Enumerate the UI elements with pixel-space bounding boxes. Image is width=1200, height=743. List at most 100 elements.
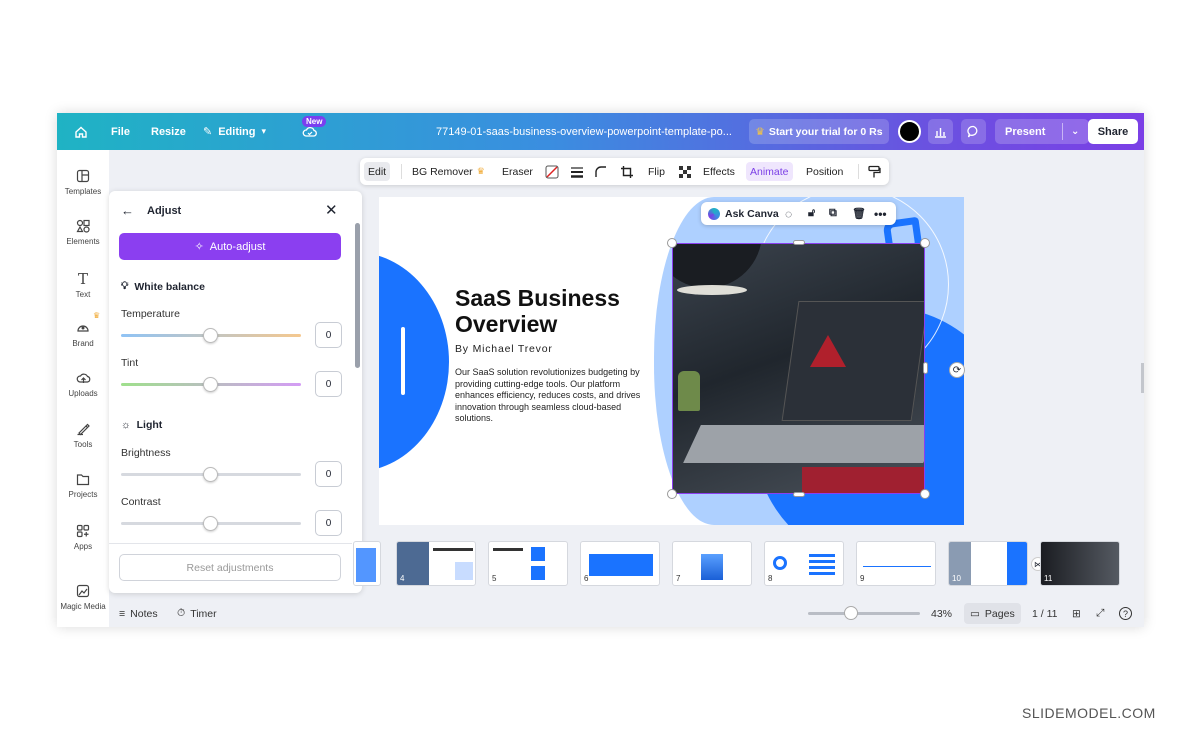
auto-adjust-label: Auto-adjust	[209, 240, 266, 253]
eraser-button[interactable]: Eraser	[498, 162, 537, 181]
resize-handle[interactable]	[667, 489, 677, 499]
paint-format-icon[interactable]	[863, 162, 885, 181]
border-style-icon[interactable]	[566, 162, 588, 181]
close-icon[interactable]: ✕	[325, 201, 338, 219]
contrast-slider-thumb[interactable]	[203, 516, 218, 531]
thumb-graphic	[589, 554, 653, 576]
page-number: 4	[400, 574, 405, 583]
contrast-value-field[interactable]: 0	[315, 510, 342, 536]
lock-icon[interactable]: 🔓︎	[808, 207, 815, 220]
edit-button[interactable]: Edit	[364, 162, 391, 181]
notes-label: Notes	[130, 607, 158, 620]
present-button[interactable]: Present ⌄	[995, 119, 1089, 144]
insights-icon[interactable]	[928, 119, 953, 144]
rail-item-magic-media[interactable]: Magic Media	[57, 584, 109, 611]
resize-handle[interactable]	[793, 240, 805, 245]
position-button[interactable]: Position	[802, 162, 847, 181]
ask-canva-button[interactable]: Ask Canva	[725, 208, 779, 220]
resize-handle[interactable]	[920, 489, 930, 499]
watermark: SLIDEMODEL.COM	[1022, 705, 1156, 721]
animate-button[interactable]: Animate	[746, 162, 793, 181]
back-arrow-icon[interactable]: ←	[121, 203, 134, 218]
element-quick-actions: Ask Canva ◌ 🔓︎ ⧉ 🗑︎ •••	[701, 202, 896, 225]
color-swatch[interactable]	[898, 120, 921, 143]
rail-item-uploads[interactable]: Uploads	[57, 372, 109, 398]
tint-value-field[interactable]: 0	[315, 371, 342, 397]
toolbar-divider	[858, 164, 859, 179]
reset-adjustments-button[interactable]: Reset adjustments	[119, 554, 341, 581]
thumb-graphic	[809, 554, 835, 576]
page-thumbnail[interactable]: 6	[580, 541, 660, 586]
top-bar: File Resize ✎ Editing ▾ New 77149-01-saa…	[57, 113, 1144, 150]
corner-rounding-icon[interactable]	[590, 162, 611, 181]
magic-wand-icon: ✧	[194, 241, 204, 253]
page-thumbnail[interactable]: 5	[488, 541, 568, 586]
tools-icon	[77, 423, 90, 436]
rail-item-projects[interactable]: Projects	[57, 473, 109, 499]
zoom-slider[interactable]	[808, 612, 920, 615]
effects-button[interactable]: Effects	[699, 162, 739, 181]
trash-icon[interactable]: 🗑︎	[852, 207, 866, 220]
document-title[interactable]: 77149-01-saas-business-overview-powerpoi…	[436, 113, 732, 150]
resize-handle[interactable]	[667, 238, 677, 248]
page-thumbnail[interactable]: 4	[396, 541, 476, 586]
temperature-slider-thumb[interactable]	[203, 328, 218, 343]
pages-button[interactable]: ▭ Pages	[964, 603, 1021, 624]
resize-handle[interactable]	[923, 362, 928, 374]
brightness-value-field[interactable]: 0	[315, 461, 342, 487]
rail-item-brand[interactable]: Brand ♛	[57, 311, 109, 348]
temperature-value-field[interactable]: 0	[315, 322, 342, 348]
zoom-slider-thumb[interactable]	[844, 606, 858, 620]
selection-box	[672, 243, 925, 494]
chevron-down-icon[interactable]: ⌄	[1071, 126, 1079, 137]
bg-remover-button[interactable]: BG Remover ♛	[408, 162, 489, 181]
auto-adjust-button[interactable]: ✧ Auto-adjust	[119, 233, 341, 260]
panel-scrollbar[interactable]	[355, 223, 360, 368]
rail-label: Projects	[68, 490, 98, 499]
resize-handle[interactable]	[920, 238, 930, 248]
resize-handle[interactable]	[793, 492, 805, 497]
elements-icon	[76, 219, 90, 233]
file-menu[interactable]: File	[111, 113, 130, 150]
rail-item-elements[interactable]: Elements	[57, 219, 109, 246]
page-thumbnail[interactable]: 8	[764, 541, 844, 586]
brand-icon	[77, 325, 89, 332]
page-thumbnail[interactable]: 11	[1040, 541, 1120, 586]
resize-menu[interactable]: Resize	[151, 113, 186, 150]
page-thumbnail[interactable]: 7	[672, 541, 752, 586]
zoom-level[interactable]: 43%	[931, 600, 952, 627]
thumb-graphic	[531, 566, 545, 580]
page-thumbnail[interactable]: 10	[948, 541, 1028, 586]
notes-icon: ≡	[119, 607, 126, 620]
share-button[interactable]: Share	[1088, 119, 1138, 144]
sun-icon: ☼	[121, 419, 131, 431]
rotate-handle[interactable]: ⟳	[949, 362, 965, 378]
grid-view-icon[interactable]: ⊞	[1072, 600, 1081, 627]
timer-button[interactable]: ⏱︎ Timer	[177, 600, 217, 627]
color-slash-icon[interactable]	[541, 162, 563, 181]
start-trial-button[interactable]: ♛ Start your trial for 0 Rs	[749, 119, 889, 144]
tint-slider-thumb[interactable]	[203, 377, 218, 392]
duplicate-icon[interactable]: ⧉	[829, 207, 837, 220]
rail-item-text[interactable]: T Text	[57, 270, 109, 299]
crop-icon[interactable]	[616, 162, 638, 181]
flip-button[interactable]: Flip	[644, 162, 669, 181]
home-icon[interactable]	[74, 113, 88, 150]
page-thumbnail[interactable]	[353, 541, 381, 586]
editing-mode-button[interactable]: ✎ Editing ▾	[203, 113, 266, 150]
canvas-right-scroll[interactable]	[1141, 363, 1144, 393]
comment-icon[interactable]	[961, 119, 986, 144]
rail-item-tools[interactable]: Tools	[57, 422, 109, 449]
rail-item-apps[interactable]: Apps	[57, 524, 109, 551]
page-number: 9	[860, 574, 865, 583]
fullscreen-icon[interactable]: ⤢	[1096, 600, 1104, 627]
page-thumbnail[interactable]: 9	[856, 541, 936, 586]
help-icon[interactable]: ?	[1119, 600, 1132, 627]
slide-canvas[interactable]: SaaS Business Overview By Michael Trevor…	[379, 197, 964, 525]
rail-item-templates[interactable]: Templates	[57, 169, 109, 196]
notes-button[interactable]: ≡ Notes	[119, 600, 158, 627]
comment-add-icon[interactable]: ◌	[785, 207, 792, 221]
brightness-slider-thumb[interactable]	[203, 467, 218, 482]
more-icon[interactable]: •••	[874, 207, 887, 221]
transparency-icon[interactable]	[674, 162, 696, 181]
